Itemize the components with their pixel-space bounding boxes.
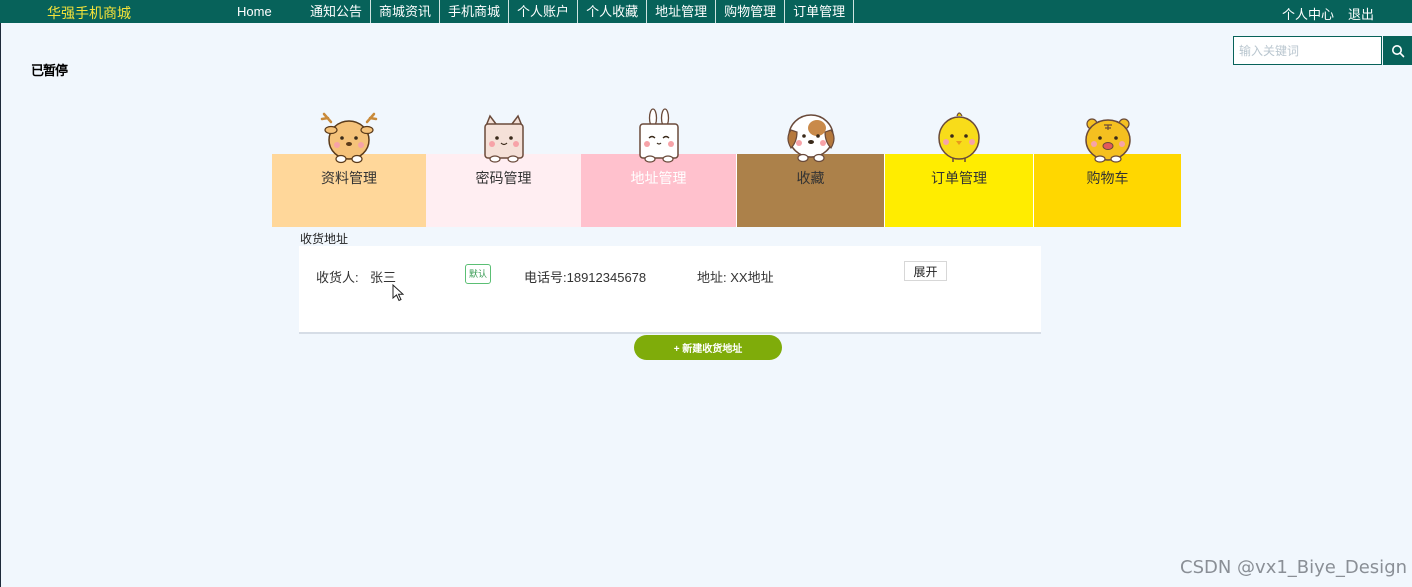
nav-item-shopping[interactable]: 购物管理 [716, 0, 786, 23]
section-title: 收货地址 [300, 232, 349, 246]
paused-status-text: 已暂停 [31, 63, 68, 78]
default-badge: 默认 [465, 264, 491, 284]
search-input[interactable] [1233, 36, 1382, 65]
tile-label: 订单管理 [931, 170, 987, 186]
nav-item-address[interactable]: 地址管理 [647, 0, 717, 23]
top-nav: 华强手机商城 Home 通知公告 商城资讯 手机商城 个人账户 个人收藏 地址管… [0, 0, 1412, 23]
receiver-phone: 电话号:18912345678 [524, 270, 647, 285]
brand-logo-text[interactable]: 华强手机商城 [47, 3, 131, 23]
dog-icon [786, 114, 835, 163]
deer-icon [320, 112, 378, 164]
mouse-cursor-icon [392, 284, 404, 302]
receiver-address: 地址: XX地址 [697, 270, 774, 285]
cat-box-icon [483, 114, 524, 163]
tile-label: 购物车 [1086, 170, 1129, 186]
watermark-text: CSDN @vx1_Biye_Design [1180, 557, 1408, 578]
nav-item-notice[interactable]: 通知公告 [302, 0, 372, 23]
tiger-icon [1084, 118, 1131, 163]
nav-item-orders[interactable]: 订单管理 [785, 0, 855, 23]
search-icon [1391, 44, 1404, 57]
chick-icon [938, 112, 980, 162]
new-address-button[interactable]: + 新建收货地址 [634, 335, 782, 360]
rabbit-box-icon [638, 108, 679, 163]
nav-menu: 通知公告 商城资讯 手机商城 个人账户 个人收藏 地址管理 购物管理 订单管理 [302, 0, 855, 23]
tile-cart[interactable]: 购物车 [1033, 118, 1181, 227]
address-card: 收货人: 张三 默认 电话号:18912345678 地址: XX地址 展开 [299, 246, 1041, 334]
tile-label: 地址管理 [630, 170, 687, 186]
nav-item-phone-store[interactable]: 手机商城 [440, 0, 510, 23]
tile-orders[interactable]: 订单管理 [884, 112, 1033, 227]
nav-item-account[interactable]: 个人账户 [509, 0, 579, 23]
tile-label: 收藏 [796, 170, 825, 186]
tile-address[interactable]: 地址管理 [581, 108, 736, 227]
receiver-label: 收货人: [316, 270, 359, 285]
tile-profile[interactable]: 资料管理 [272, 112, 426, 227]
nav-item-favorites[interactable]: 个人收藏 [578, 0, 648, 23]
tile-label: 密码管理 [475, 170, 532, 186]
category-tiles: 资料管理 密码管理 地址管理 收藏 订单管理 购物车 [272, 108, 1181, 227]
nav-home[interactable]: Home [237, 4, 272, 19]
tile-favorites[interactable]: 收藏 [736, 114, 884, 227]
search-button[interactable] [1383, 36, 1412, 65]
expand-button[interactable]: 展开 [904, 261, 947, 281]
nav-item-news[interactable]: 商城资讯 [371, 0, 441, 23]
tile-label: 资料管理 [321, 170, 377, 186]
tile-password[interactable]: 密码管理 [426, 114, 581, 227]
nav-logout[interactable]: 退出 [1348, 4, 1374, 23]
nav-user-center[interactable]: 个人中心 [1282, 4, 1334, 23]
